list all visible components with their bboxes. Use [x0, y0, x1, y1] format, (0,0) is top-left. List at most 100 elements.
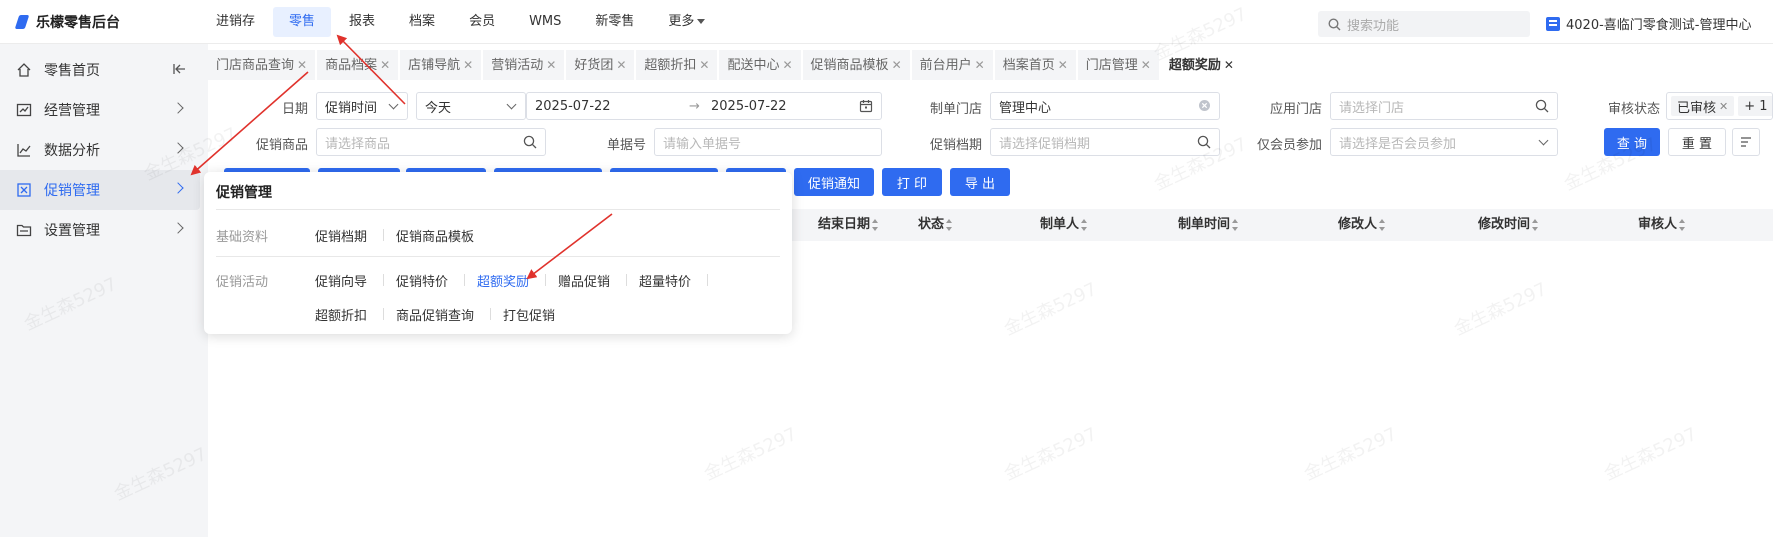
promo-goods-placeholder: 请选择商品 [325, 136, 391, 152]
th-auditor[interactable]: 审核人 [1638, 209, 1686, 241]
date-range-select[interactable]: 今天 [416, 92, 526, 120]
query-button[interactable]: 查 询 [1604, 128, 1660, 156]
topnav-new-retail[interactable]: 新零售 [579, 7, 650, 37]
apply-store-label: 应用门店 [1269, 102, 1322, 117]
close-icon[interactable]: ✕ [463, 58, 473, 72]
close-icon[interactable]: ✕ [1141, 58, 1151, 72]
export-button[interactable]: 导 出 [950, 168, 1010, 196]
date-label: 日期 [281, 102, 308, 117]
divider [216, 209, 780, 210]
topnav-archive[interactable]: 档案 [393, 7, 451, 37]
close-icon[interactable]: ✕ [297, 58, 307, 72]
topnav-reports[interactable]: 报表 [333, 7, 391, 37]
topnav-retail[interactable]: 零售 [273, 7, 332, 37]
sidebar-item-promotion[interactable]: 促销管理 [0, 170, 200, 210]
close-icon[interactable]: ✕ [1058, 58, 1068, 72]
menu-link-promo-template[interactable]: 促销商品模板 [396, 226, 474, 245]
close-icon[interactable]: ✕ [1719, 100, 1728, 113]
app-logo[interactable]: 乐檬零售后台 [14, 12, 120, 32]
group-promo-activity: 促销活动 [216, 275, 269, 290]
search-icon [1328, 17, 1341, 30]
close-icon[interactable]: ✕ [975, 58, 985, 72]
popover-title: 促销管理 [216, 185, 272, 201]
promo-notify-button[interactable]: 促销通知 [794, 168, 874, 196]
promo-goods-label: 促销商品 [255, 138, 308, 153]
feature-search-placeholder: 搜索功能 [1347, 18, 1400, 34]
tab-store-manage[interactable]: 门店管理 ✕ [1077, 50, 1159, 80]
tab-shop-nav[interactable]: 店铺导航 ✕ [400, 50, 482, 80]
promo-goods-select[interactable]: 请选择商品 [316, 128, 546, 156]
topnav-inventory[interactable]: 进销存 [200, 7, 271, 37]
tab-goods-archive[interactable]: 商品档案 ✕ [317, 50, 399, 80]
column-label: 审核人 [1638, 217, 1678, 232]
print-button[interactable]: 打 印 [882, 168, 942, 196]
topnav-wms[interactable]: WMS [513, 7, 577, 37]
member-only-label: 仅会员参加 [1256, 138, 1322, 153]
arrow-to-promotion-sidebar [190, 71, 309, 176]
column-settings-button[interactable] [1732, 128, 1760, 156]
close-icon[interactable]: ✕ [699, 58, 709, 72]
promo-file-select[interactable]: 请选择促销档期 [990, 128, 1220, 156]
bill-number-input[interactable]: 请输入单据号 [654, 128, 882, 156]
promo-file-label: 促销档期 [929, 138, 982, 153]
close-icon[interactable]: ✕ [892, 58, 902, 72]
tab-archive-home[interactable]: 档案首页 ✕ [994, 50, 1076, 80]
group-basic-data: 基础资料 [216, 230, 269, 245]
th-status[interactable]: 状态 [918, 209, 953, 241]
th-maker[interactable]: 制单人 [1040, 209, 1088, 241]
th-modify-time[interactable]: 修改时间 [1478, 209, 1539, 241]
menu-link-excess-discount[interactable]: 超额折扣 [315, 305, 367, 324]
topnav-member[interactable]: 会员 [453, 7, 511, 37]
sidebar-item-retail-home[interactable]: 零售首页 [0, 50, 200, 90]
tab-distribution[interactable]: 配送中心 ✕ [719, 50, 801, 80]
menu-link-promo-special-price[interactable]: 促销特价 [396, 271, 448, 290]
tab-front-users[interactable]: 前台用户 ✕ [911, 50, 993, 80]
tab-group-buy[interactable]: 好货团 ✕ [566, 50, 635, 80]
store-selector[interactable]: 4020-喜临门零食测试-管理中心 [1546, 14, 1751, 33]
date-type-value: 促销时间 [325, 100, 378, 116]
watermark-text: 金生森5297 [1000, 278, 1101, 340]
store-name: 4020-喜临门零食测试-管理中心 [1566, 18, 1752, 33]
date-type-select[interactable]: 促销时间 [316, 92, 408, 120]
close-icon[interactable]: ✕ [616, 58, 626, 72]
sidebar-item-operations[interactable]: 经营管理 [0, 90, 200, 130]
tab-store-goods-query[interactable]: 门店商品查询 ✕ [208, 50, 316, 80]
menu-link-promo-wizard[interactable]: 促销向导 [315, 271, 367, 290]
watermark-text: 金生森5297 [1450, 278, 1551, 340]
audit-tag-label: 已审核 [1677, 100, 1717, 116]
member-only-select[interactable]: 请选择是否会员参加 [1330, 128, 1558, 156]
th-make-time[interactable]: 制单时间 [1178, 209, 1239, 241]
menu-link-goods-promo-query[interactable]: 商品促销查询 [396, 305, 474, 324]
date-range-picker[interactable]: 2025-07-22 → 2025-07-22 [526, 92, 882, 120]
menu-link-promo-schedule[interactable]: 促销档期 [315, 226, 367, 245]
close-icon[interactable]: ✕ [782, 58, 792, 72]
tab-label: 营销活动 [491, 58, 544, 73]
clear-icon[interactable] [1198, 99, 1211, 116]
th-modifier[interactable]: 修改人 [1338, 209, 1386, 241]
reset-button[interactable]: 重 置 [1668, 128, 1726, 156]
menu-link-bulk-special[interactable]: 超量特价 [639, 271, 691, 290]
close-icon[interactable]: ✕ [1224, 58, 1234, 72]
menu-link-gift-promo[interactable]: 赠品促销 [558, 271, 610, 290]
feature-search-input[interactable]: 搜索功能 [1318, 11, 1530, 37]
apply-store-select[interactable]: 请选择门店 [1330, 92, 1558, 120]
tab-marketing[interactable]: 营销活动 ✕ [483, 50, 565, 80]
separator [464, 274, 465, 286]
column-label: 修改人 [1338, 217, 1378, 232]
collapse-sidebar-icon[interactable] [172, 62, 186, 80]
tab-excess-reward[interactable]: 超额奖励 ✕ [1160, 50, 1242, 80]
menu-link-excess-reward[interactable]: 超额奖励 [477, 271, 529, 290]
tab-excess-discount[interactable]: 超额折扣 ✕ [636, 50, 718, 80]
close-icon[interactable]: ✕ [546, 58, 556, 72]
topnav-more[interactable]: 更多 [652, 7, 721, 37]
sidebar-item-settings[interactable]: 设置管理 [0, 210, 200, 250]
maker-store-select[interactable]: 管理中心 [990, 92, 1220, 120]
tab-promo-template[interactable]: 促销商品模板 ✕ [802, 50, 910, 80]
audit-status-select[interactable]: 已审核 ✕ + 1 . [1666, 92, 1773, 120]
th-end-date[interactable]: 结束日期 [818, 209, 879, 241]
menu-link-bundle-promo[interactable]: 打包促销 [503, 305, 555, 324]
close-icon[interactable]: ✕ [380, 58, 390, 72]
sidebar-item-analytics[interactable]: 数据分析 [0, 130, 200, 170]
separator [545, 274, 546, 286]
chevron-down-icon [388, 99, 399, 110]
